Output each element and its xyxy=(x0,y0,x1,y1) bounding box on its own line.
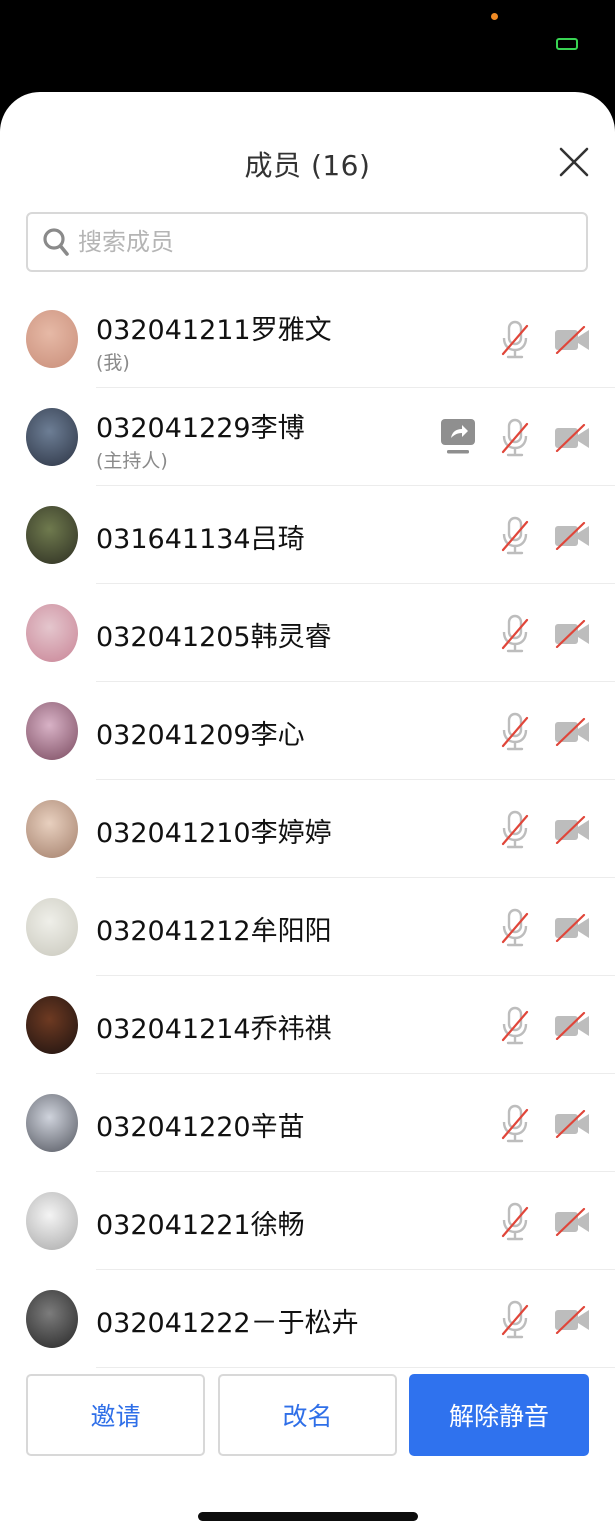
avatar xyxy=(26,702,78,760)
mic-muted-icon[interactable] xyxy=(500,712,530,752)
member-name: 032041205韩灵睿 xyxy=(96,622,332,653)
member-role: (我) xyxy=(96,352,130,374)
mic-muted-icon[interactable] xyxy=(500,320,530,360)
member-row[interactable]: 032041214乔祎祺 xyxy=(0,976,615,1074)
member-row[interactable]: 032041220辛苗 xyxy=(0,1074,615,1172)
member-name: 032041222－于松卉 xyxy=(96,1308,359,1339)
mic-muted-icon[interactable] xyxy=(500,516,530,556)
member-name: 032041212牟阳阳 xyxy=(96,916,332,947)
mic-muted-icon[interactable] xyxy=(500,1300,530,1340)
rename-button[interactable]: 改名 xyxy=(218,1374,397,1456)
invite-button[interactable]: 邀请 xyxy=(26,1374,205,1456)
avatar xyxy=(26,506,78,564)
camera-off-icon[interactable] xyxy=(554,1012,590,1040)
camera-off-icon[interactable] xyxy=(554,620,590,648)
member-role: (主持人) xyxy=(96,450,168,472)
member-row[interactable]: 032041209李心 xyxy=(0,682,615,780)
camera-off-icon[interactable] xyxy=(554,522,590,550)
avatar xyxy=(26,310,78,368)
camera-off-icon[interactable] xyxy=(554,326,590,354)
member-row[interactable]: 031641134吕琦 xyxy=(0,486,615,584)
action-bar: 邀请 改名 解除静音 xyxy=(26,1374,589,1456)
camera-off-icon[interactable] xyxy=(554,1208,590,1236)
member-name: 032041211罗雅文 xyxy=(96,315,332,346)
avatar xyxy=(26,1094,78,1152)
member-row[interactable]: 032041222－于松卉 xyxy=(0,1270,615,1368)
avatar xyxy=(26,1192,78,1250)
avatar xyxy=(26,604,78,662)
camera-off-icon[interactable] xyxy=(554,914,590,942)
avatar xyxy=(26,996,78,1054)
status-bar xyxy=(0,0,615,92)
unmute-button[interactable]: 解除静音 xyxy=(409,1374,589,1456)
camera-off-icon[interactable] xyxy=(554,816,590,844)
page-title: 成员 (16) xyxy=(244,149,371,182)
privacy-indicator-dot xyxy=(491,13,498,20)
member-name: 032041221徐畅 xyxy=(96,1210,305,1241)
member-name: 031641134吕琦 xyxy=(96,524,305,555)
mic-muted-icon[interactable] xyxy=(500,1104,530,1144)
member-name: 032041220辛苗 xyxy=(96,1112,305,1143)
members-sheet: 成员 (16) 032041211罗雅文(我)032041229李博(主持人)0… xyxy=(0,92,615,1536)
avatar xyxy=(26,408,78,466)
screen-share-icon xyxy=(441,419,475,454)
home-indicator xyxy=(198,1512,418,1521)
avatar xyxy=(26,800,78,858)
member-name: 032041209李心 xyxy=(96,720,305,751)
camera-off-icon[interactable] xyxy=(554,718,590,746)
row-divider xyxy=(96,1367,615,1368)
member-list: 032041211罗雅文 (我) 032041229李博 (主持人) 031641134… xyxy=(0,290,615,1368)
search-bar[interactable] xyxy=(26,212,588,272)
mic-muted-icon[interactable] xyxy=(500,908,530,948)
mic-muted-icon[interactable] xyxy=(500,810,530,850)
mic-muted-icon[interactable] xyxy=(500,418,530,458)
close-icon[interactable] xyxy=(556,144,592,180)
avatar xyxy=(26,1290,78,1348)
avatar xyxy=(26,898,78,956)
camera-off-icon[interactable] xyxy=(554,424,590,452)
camera-off-icon[interactable] xyxy=(554,1306,590,1334)
member-row[interactable]: 032041205韩灵睿 xyxy=(0,584,615,682)
member-name: 032041214乔祎祺 xyxy=(96,1014,332,1045)
mic-muted-icon[interactable] xyxy=(500,614,530,654)
camera-off-icon[interactable] xyxy=(554,1110,590,1138)
search-icon xyxy=(43,228,69,256)
member-row[interactable]: 032041210李婷婷 xyxy=(0,780,615,878)
search-input[interactable] xyxy=(76,227,560,257)
member-name: 032041229李博 xyxy=(96,413,305,444)
mic-muted-icon[interactable] xyxy=(500,1006,530,1046)
battery-icon xyxy=(556,38,578,50)
mic-muted-icon[interactable] xyxy=(500,1202,530,1242)
member-row[interactable]: 032041229李博 (主持人) xyxy=(0,388,615,486)
member-row[interactable]: 032041221徐畅 xyxy=(0,1172,615,1270)
member-row[interactable]: 032041212牟阳阳 xyxy=(0,878,615,976)
member-row[interactable]: 032041211罗雅文 (我) xyxy=(0,290,615,388)
member-name: 032041210李婷婷 xyxy=(96,818,332,849)
